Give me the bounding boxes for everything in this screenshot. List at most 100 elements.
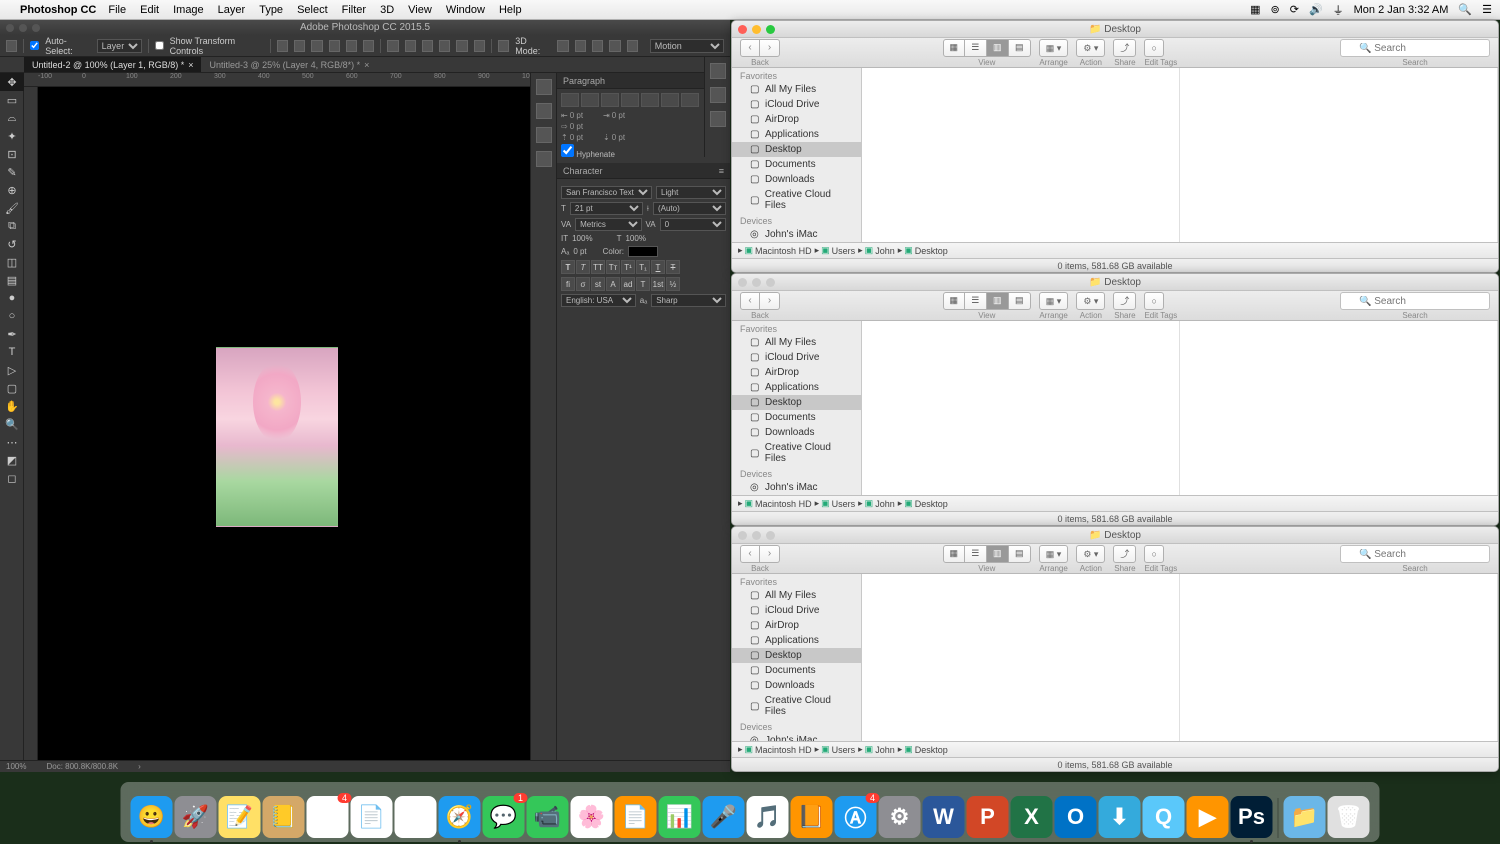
search-input[interactable] [1340,39,1490,57]
underline-button[interactable]: T [651,260,665,274]
traffic-lights[interactable] [738,25,775,34]
opentype-button[interactable]: ½ [666,277,680,291]
tags-button[interactable]: ○ [1144,292,1163,310]
finder-titlebar[interactable]: 📁 Desktop [732,21,1498,38]
kerning[interactable]: Metrics [575,218,641,231]
sidebar-item-airdrop[interactable]: ▢AirDrop [732,365,861,380]
3d-opt-icon[interactable] [557,40,568,52]
dock-itunes[interactable]: 🎵 [747,796,789,838]
hyphenate-checkbox[interactable] [561,144,574,157]
sidebar-item-icloud-drive[interactable]: ▢iCloud Drive [732,603,861,618]
icon-view-button[interactable]: ▦ [943,39,965,57]
allcaps-button[interactable]: TT [591,260,605,274]
dock-excel[interactable]: X [1011,796,1053,838]
type-tool[interactable]: T [0,343,24,361]
dock-trash[interactable]: 🗑 [1328,796,1370,838]
forward-button[interactable]: › [760,292,780,310]
menu-3d[interactable]: 3D [380,4,394,16]
superscript-button[interactable]: T¹ [621,260,635,274]
space-after[interactable]: 0 pt [612,133,625,142]
dock-facetime[interactable]: 📹 [527,796,569,838]
wand-tool[interactable]: ✦ [0,127,24,145]
color-swatch[interactable]: ◩ [0,451,24,469]
sidebar-item-desktop[interactable]: ▢Desktop [732,648,861,663]
dock-numbers[interactable]: 📊 [659,796,701,838]
3d-opt-icon[interactable] [575,40,586,52]
menu-filter[interactable]: Filter [342,4,366,16]
distribute-icon[interactable] [456,40,467,52]
italic-button[interactable]: T [576,260,590,274]
sidebar-device-john-s-imac[interactable]: ◎John's iMac [732,227,861,242]
dock-launchpad[interactable]: 🚀 [175,796,217,838]
gradient-tool[interactable]: ▤ [0,271,24,289]
gallery-view-button[interactable]: ▤ [1009,292,1031,310]
traffic-lights[interactable] [738,278,775,287]
vscale[interactable]: 100% [572,234,592,243]
marquee-tool[interactable]: ▭ [0,91,24,109]
sidebar-item-creative-cloud-files[interactable]: ▢Creative Cloud Files [732,440,861,466]
menu-file[interactable]: File [108,4,126,16]
gallery-view-button[interactable]: ▤ [1009,545,1031,563]
dock-calendar[interactable]: 2 4 [307,796,349,838]
opentype-button[interactable]: fi [561,277,575,291]
menu-image[interactable]: Image [173,4,204,16]
dock-word[interactable]: W [923,796,965,838]
ps-tab-2[interactable]: Untitled-3 @ 25% (Layer 4, RGB/8*) *× [201,57,377,72]
smallcaps-button[interactable]: Tᴛ [606,260,620,274]
tags-button[interactable]: ○ [1144,39,1163,57]
menu-select[interactable]: Select [297,4,328,16]
notifications-icon[interactable]: ☰ [1482,3,1492,16]
sidebar-item-creative-cloud-files[interactable]: ▢Creative Cloud Files [732,693,861,719]
close-icon[interactable]: × [188,60,193,70]
finder-content[interactable] [862,321,1498,495]
sidebar-item-all-my-files[interactable]: ▢All My Files [732,588,861,603]
sidebar-item-downloads[interactable]: ▢Downloads [732,172,861,187]
path-bar[interactable]: ▸ ▣ Macintosh HD ▸ ▣ Users ▸ ▣ John ▸ ▣ … [732,495,1498,511]
sidebar-item-airdrop[interactable]: ▢AirDrop [732,112,861,127]
status-volume-icon[interactable]: 🔊 [1309,3,1323,16]
menu-help[interactable]: Help [499,4,522,16]
tracking[interactable]: 0 [660,218,726,231]
panel-menu-icon[interactable]: ≡ [719,166,724,176]
distribute-icon[interactable] [387,40,398,52]
dock-pages[interactable]: 📄 [615,796,657,838]
sidebar-item-all-my-files[interactable]: ▢All My Files [732,82,861,97]
menu-layer[interactable]: Layer [218,4,246,16]
3d-icon[interactable] [498,40,509,52]
sidebar-item-applications[interactable]: ▢Applications [732,633,861,648]
panel-icon[interactable] [536,79,552,95]
dock-keynote[interactable]: 🎤 [703,796,745,838]
baseline[interactable]: 0 pt [573,247,586,256]
panel-icon[interactable] [710,63,726,79]
menubar-clock[interactable]: Mon 2 Jan 3:32 AM [1354,4,1449,16]
stamp-tool[interactable]: ⧉ [0,217,24,235]
sidebar-item-downloads[interactable]: ▢Downloads [732,678,861,693]
eraser-tool[interactable]: ◫ [0,253,24,271]
list-view-button[interactable]: ☰ [965,292,987,310]
justify-left-button[interactable] [621,93,639,107]
sidebar-item-icloud-drive[interactable]: ▢iCloud Drive [732,97,861,112]
dock-ibooks[interactable]: 📙 [791,796,833,838]
sidebar-item-icloud-drive[interactable]: ▢iCloud Drive [732,350,861,365]
panel-icon[interactable] [536,151,552,167]
sidebar-item-creative-cloud-files[interactable]: ▢Creative Cloud Files [732,187,861,213]
pen-tool[interactable]: ✒ [0,325,24,343]
icon-view-button[interactable]: ▦ [943,545,965,563]
finder-titlebar[interactable]: 📁 Desktop [732,274,1498,291]
back-button[interactable]: ‹ [740,545,760,563]
move-tool-icon[interactable] [6,40,17,52]
panel-icon[interactable] [536,103,552,119]
opentype-button[interactable]: ad [621,277,635,291]
dock-quicktime[interactable]: Q [1143,796,1185,838]
traffic-lights[interactable] [738,531,775,540]
menu-type[interactable]: Type [259,4,283,16]
distribute-icon[interactable] [422,40,433,52]
opentype-button[interactable]: A [606,277,620,291]
dock-powerpoint[interactable]: P [967,796,1009,838]
align-icon[interactable] [277,40,288,52]
dock-contacts[interactable]: 📒 [263,796,305,838]
antialias[interactable]: Sharp [651,294,726,307]
font-size[interactable]: 21 pt [570,202,643,215]
font-weight[interactable]: Light [656,186,726,199]
arrange-button[interactable]: ▦ ▾ [1039,39,1069,57]
